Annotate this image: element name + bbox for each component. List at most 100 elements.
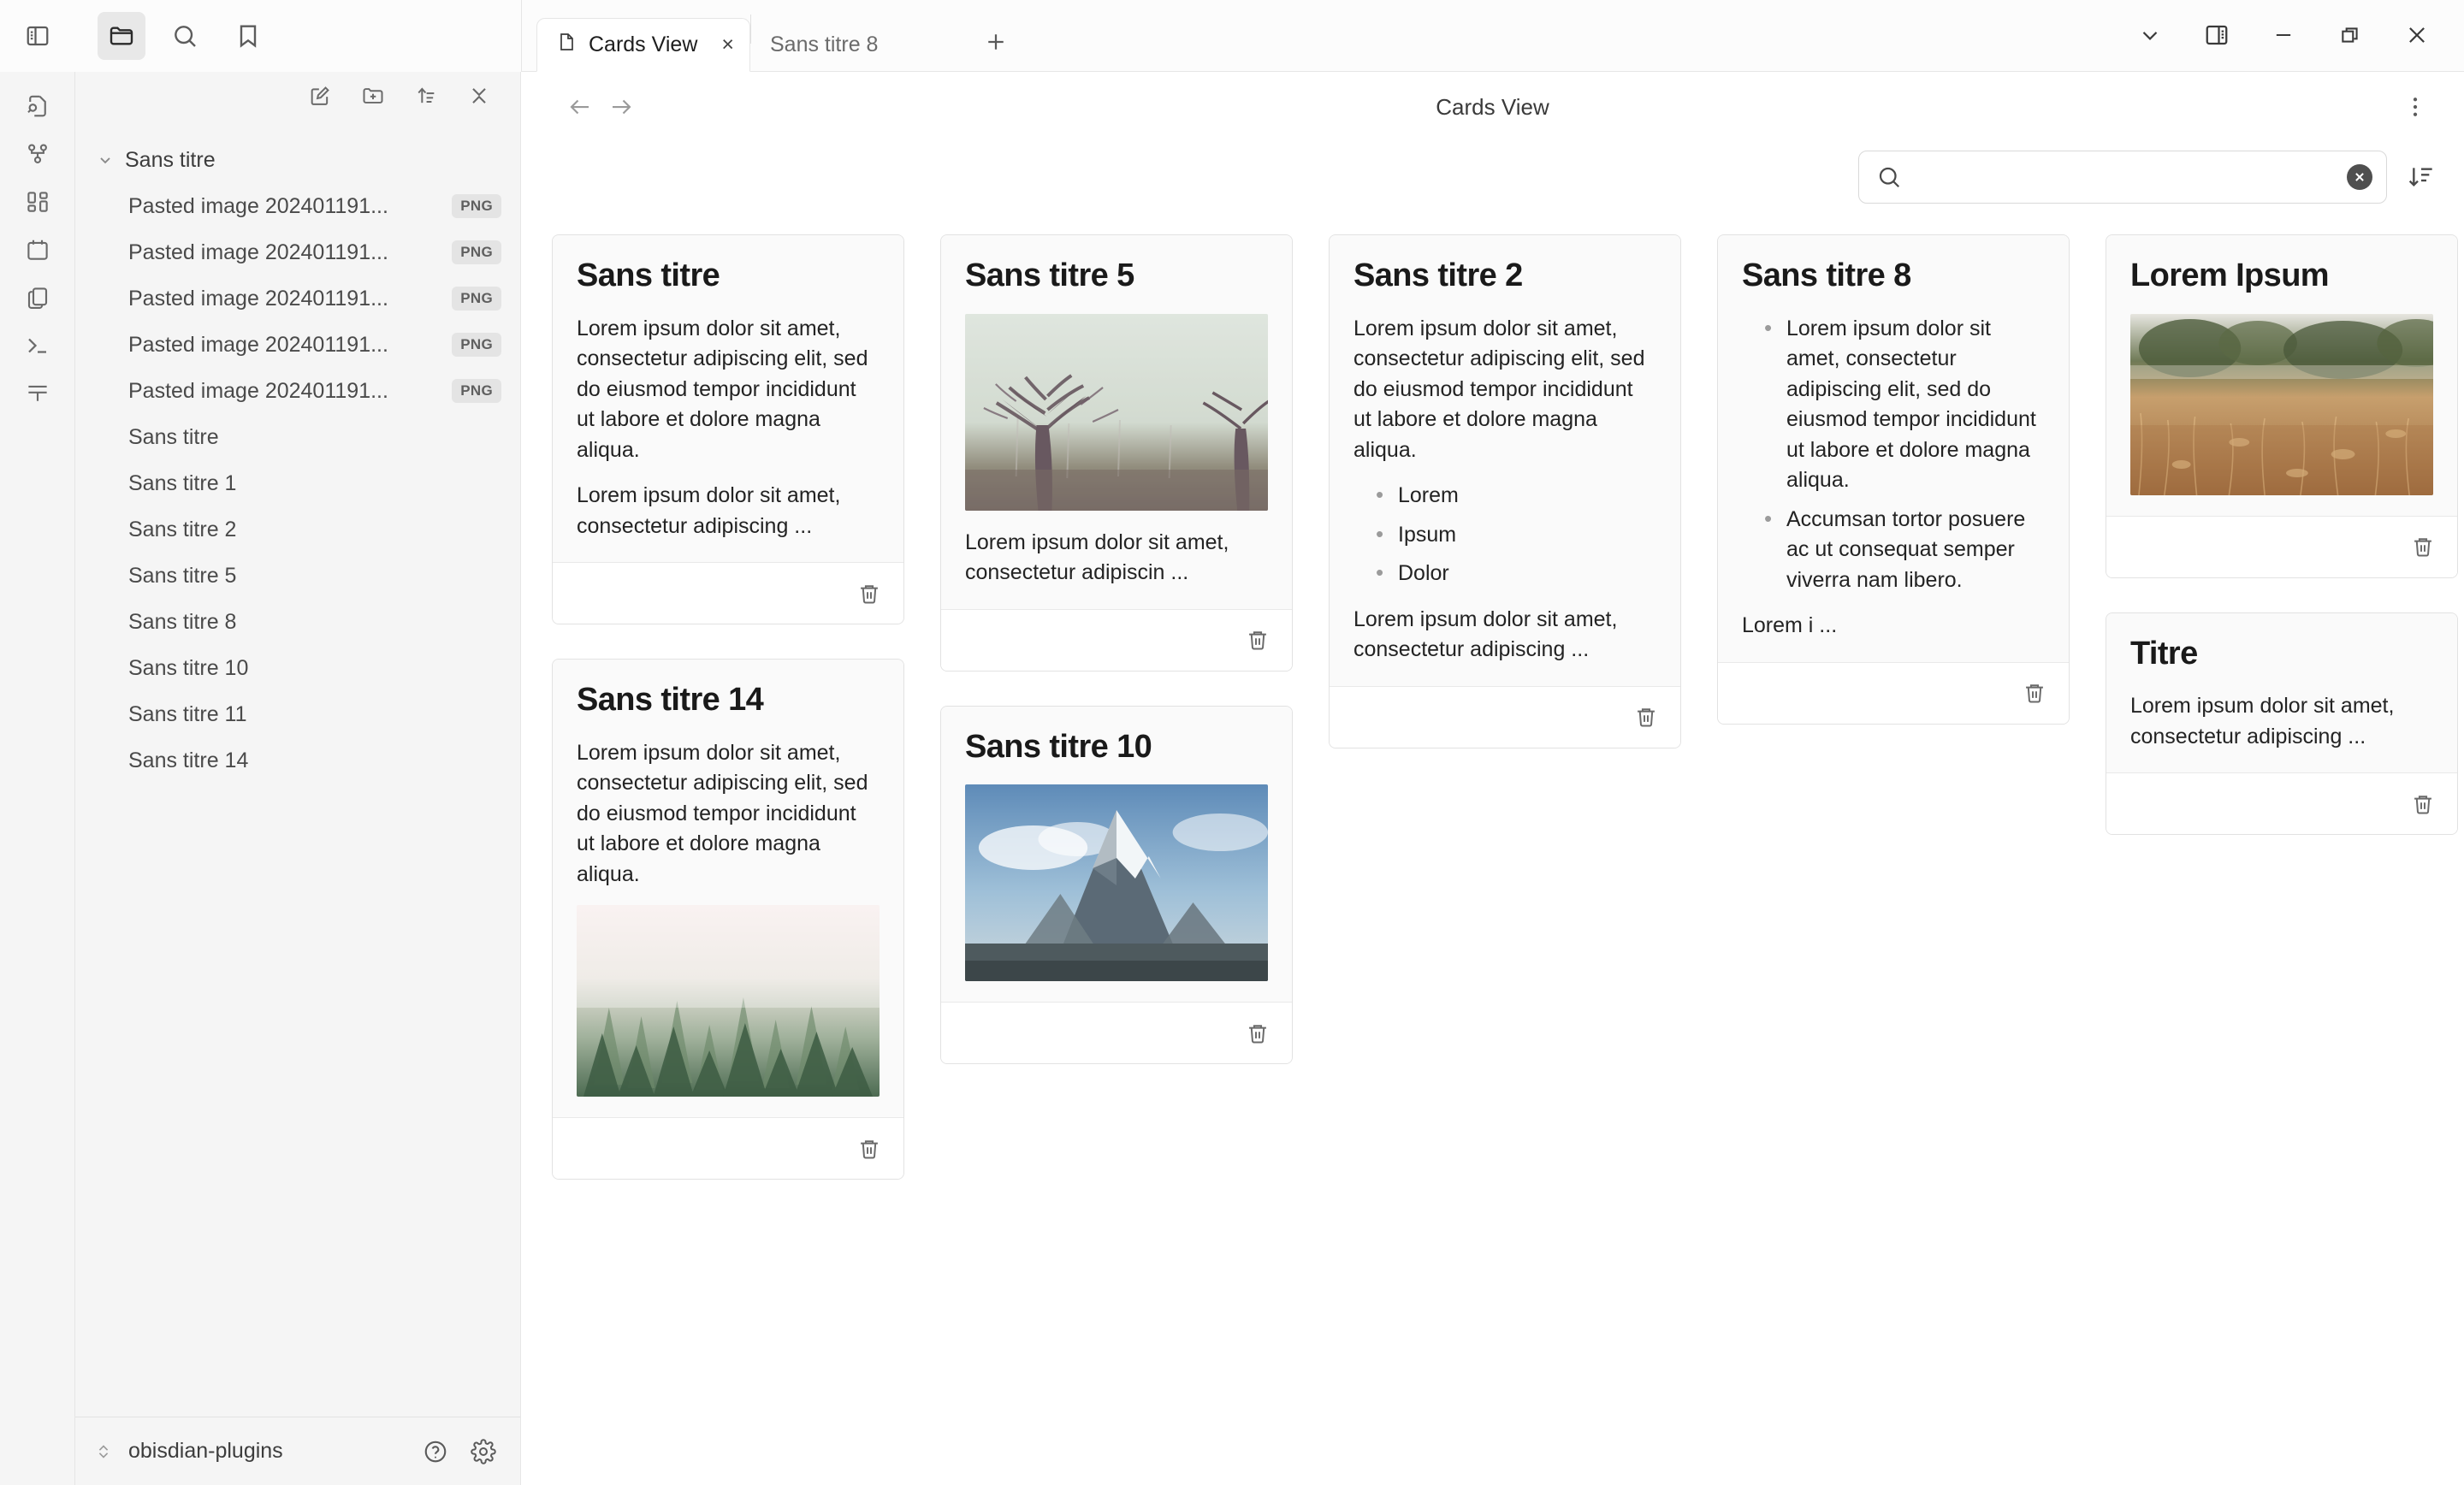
vault-name[interactable]: obisdian-plugins bbox=[128, 1439, 283, 1464]
card-title: Titre bbox=[2130, 635, 2198, 672]
clear-circle-icon[interactable] bbox=[2347, 164, 2372, 190]
search-icon[interactable] bbox=[161, 12, 209, 60]
trash-icon[interactable] bbox=[2411, 535, 2435, 559]
file-explorer-sidebar: Sans titre Pasted image 202401191... PNG… bbox=[75, 72, 521, 1485]
trash-icon[interactable] bbox=[857, 582, 881, 606]
copy-files-icon[interactable] bbox=[14, 277, 62, 318]
minimize-icon[interactable] bbox=[2250, 0, 2317, 71]
list-item: Ipsum bbox=[1372, 518, 1656, 551]
card-paragraph: Lorem ipsum dolor sit amet, consectetur … bbox=[2130, 694, 2395, 748]
toggle-right-sidebar-icon[interactable] bbox=[2183, 0, 2250, 71]
card-footer bbox=[941, 608, 1292, 671]
nav-arrows bbox=[547, 94, 634, 120]
card-footer bbox=[2106, 515, 2457, 577]
graph-view-icon[interactable] bbox=[14, 133, 62, 175]
card-paragraph: Lorem ipsum dolor sit amet, consectetur … bbox=[1353, 606, 1618, 662]
tab-sans-titre-8[interactable]: Sans titre 8 bbox=[751, 18, 965, 71]
terminal-icon[interactable] bbox=[14, 325, 62, 366]
tree-item-label: Sans titre 5 bbox=[128, 563, 237, 588]
sidebar-header-icons bbox=[75, 0, 521, 72]
card-lorem-ipsum[interactable]: Lorem Ipsum bbox=[2106, 234, 2458, 578]
tree-item-sans-titre-2[interactable]: Sans titre 2 bbox=[75, 506, 520, 553]
new-tab-icon[interactable] bbox=[972, 18, 1020, 66]
tree-item-pasted-image-4[interactable]: Pasted image 202401191... PNG bbox=[75, 322, 520, 368]
file-type-badge: PNG bbox=[452, 287, 501, 311]
tree-item-pasted-image-5[interactable]: Pasted image 202401191... PNG bbox=[75, 368, 520, 414]
tree-item-sans-titre-14[interactable]: Sans titre 14 bbox=[75, 737, 520, 784]
list-item: Lorem bbox=[1372, 479, 1656, 512]
card-sans-titre-8[interactable]: Sans titre 8 Lorem ipsum dolor sit amet,… bbox=[1717, 234, 2070, 725]
trash-icon[interactable] bbox=[1634, 705, 1658, 729]
tab-list: Cards View × Sans titre 8 bbox=[521, 0, 1020, 72]
card-body: Sans titre 5 Lorem ipsum dolor sit amet,… bbox=[941, 235, 1292, 609]
tree-item-sans-titre-8[interactable]: Sans titre 8 bbox=[75, 599, 520, 645]
file-icon bbox=[556, 32, 577, 58]
card-bullet-list: Lorem ipsum dolor sit amet, consectetur … bbox=[1742, 312, 2045, 596]
new-note-icon[interactable] bbox=[296, 72, 344, 120]
trash-icon[interactable] bbox=[2023, 681, 2046, 705]
folder-icon[interactable] bbox=[98, 12, 145, 60]
table-icon[interactable] bbox=[14, 373, 62, 414]
calendar-icon[interactable] bbox=[14, 229, 62, 270]
restore-icon[interactable] bbox=[2317, 0, 2384, 71]
cards-column-5: Lorem Ipsum Titre Lorem ipsum dolor sit … bbox=[2106, 234, 2458, 836]
card-paragraph: Lorem ipsum dolor sit amet, consectetur … bbox=[577, 740, 868, 886]
tree-item-pasted-image-3[interactable]: Pasted image 202401191... PNG bbox=[75, 275, 520, 322]
trash-icon[interactable] bbox=[1246, 1021, 1270, 1045]
trash-icon[interactable] bbox=[857, 1137, 881, 1161]
tree-item-pasted-image-1[interactable]: Pasted image 202401191... PNG bbox=[75, 183, 520, 229]
collapse-all-icon[interactable] bbox=[455, 72, 503, 120]
chevron-up-down-icon[interactable] bbox=[94, 1442, 113, 1461]
help-circle-icon[interactable] bbox=[423, 1439, 448, 1464]
new-folder-icon[interactable] bbox=[349, 72, 397, 120]
close-icon[interactable]: × bbox=[721, 33, 734, 57]
card-image-golden-grass bbox=[2130, 313, 2433, 495]
more-vertical-icon[interactable] bbox=[2402, 94, 2438, 120]
vault-status-bar: obisdian-plugins bbox=[75, 1417, 520, 1485]
sort-order-icon[interactable] bbox=[402, 72, 450, 120]
dashboard-icon[interactable] bbox=[14, 181, 62, 222]
arrow-left-icon[interactable] bbox=[567, 94, 593, 120]
trash-icon[interactable] bbox=[2411, 792, 2435, 816]
status-bar-actions bbox=[423, 1438, 496, 1464]
trash-icon[interactable] bbox=[1246, 628, 1270, 652]
card-sans-titre-2[interactable]: Sans titre 2 Lorem ipsum dolor sit amet,… bbox=[1329, 234, 1681, 748]
tree-folder-sans-titre[interactable]: Sans titre bbox=[75, 137, 520, 183]
tree-item-sans-titre-5[interactable]: Sans titre 5 bbox=[75, 553, 520, 599]
bookmark-icon[interactable] bbox=[224, 12, 272, 60]
tree-item-label: Sans titre bbox=[128, 424, 219, 449]
tree-item-label: Pasted image 202401191... bbox=[128, 193, 388, 218]
tab-cards-view[interactable]: Cards View × bbox=[536, 18, 750, 72]
card-sans-titre-14[interactable]: Sans titre 14 Lorem ipsum dolor sit amet… bbox=[552, 659, 904, 1180]
tree-item-sans-titre[interactable]: Sans titre bbox=[75, 414, 520, 460]
tree-item-sans-titre-10[interactable]: Sans titre 10 bbox=[75, 645, 520, 691]
ribbon-top-left bbox=[0, 0, 75, 72]
card-body: Sans titre Lorem ipsum dolor sit amet, c… bbox=[553, 235, 903, 563]
file-type-badge: PNG bbox=[452, 240, 501, 264]
card-sans-titre-5[interactable]: Sans titre 5 Lorem ipsum dolor sit amet,… bbox=[940, 234, 1293, 672]
card-title: Sans titre 2 bbox=[1353, 257, 1523, 293]
card-sans-titre[interactable]: Sans titre Lorem ipsum dolor sit amet, c… bbox=[552, 234, 904, 625]
toggle-left-sidebar-icon[interactable] bbox=[14, 12, 62, 60]
card-footer bbox=[1330, 685, 1680, 748]
tree-item-label: Sans titre 11 bbox=[128, 701, 247, 726]
search-input[interactable] bbox=[1914, 164, 2335, 190]
tree-item-pasted-image-2[interactable]: Pasted image 202401191... PNG bbox=[75, 229, 520, 275]
card-titre[interactable]: Titre Lorem ipsum dolor sit amet, consec… bbox=[2106, 612, 2458, 836]
card-footer bbox=[553, 1117, 903, 1180]
chevron-down-icon[interactable] bbox=[94, 151, 116, 169]
sort-descending-icon[interactable] bbox=[2408, 163, 2435, 191]
tree-item-label: Sans titre bbox=[125, 147, 216, 172]
file-search-icon[interactable] bbox=[14, 86, 62, 127]
app-window: Cards View × Sans titre 8 Sans titre Pas… bbox=[0, 0, 2464, 1485]
search-box[interactable] bbox=[1858, 151, 2387, 204]
arrow-right-icon[interactable] bbox=[608, 94, 634, 120]
tree-item-sans-titre-11[interactable]: Sans titre 11 bbox=[75, 691, 520, 737]
tree-item-sans-titre-1[interactable]: Sans titre 1 bbox=[75, 460, 520, 506]
app-body: Sans titre Pasted image 202401191... PNG… bbox=[0, 72, 2464, 1485]
chevron-down-icon[interactable] bbox=[2117, 0, 2183, 71]
gear-icon[interactable] bbox=[471, 1438, 496, 1464]
cards-column-3: Sans titre 2 Lorem ipsum dolor sit amet,… bbox=[1329, 234, 1681, 748]
close-icon[interactable] bbox=[2384, 0, 2450, 71]
card-sans-titre-10[interactable]: Sans titre 10 bbox=[940, 705, 1293, 1065]
